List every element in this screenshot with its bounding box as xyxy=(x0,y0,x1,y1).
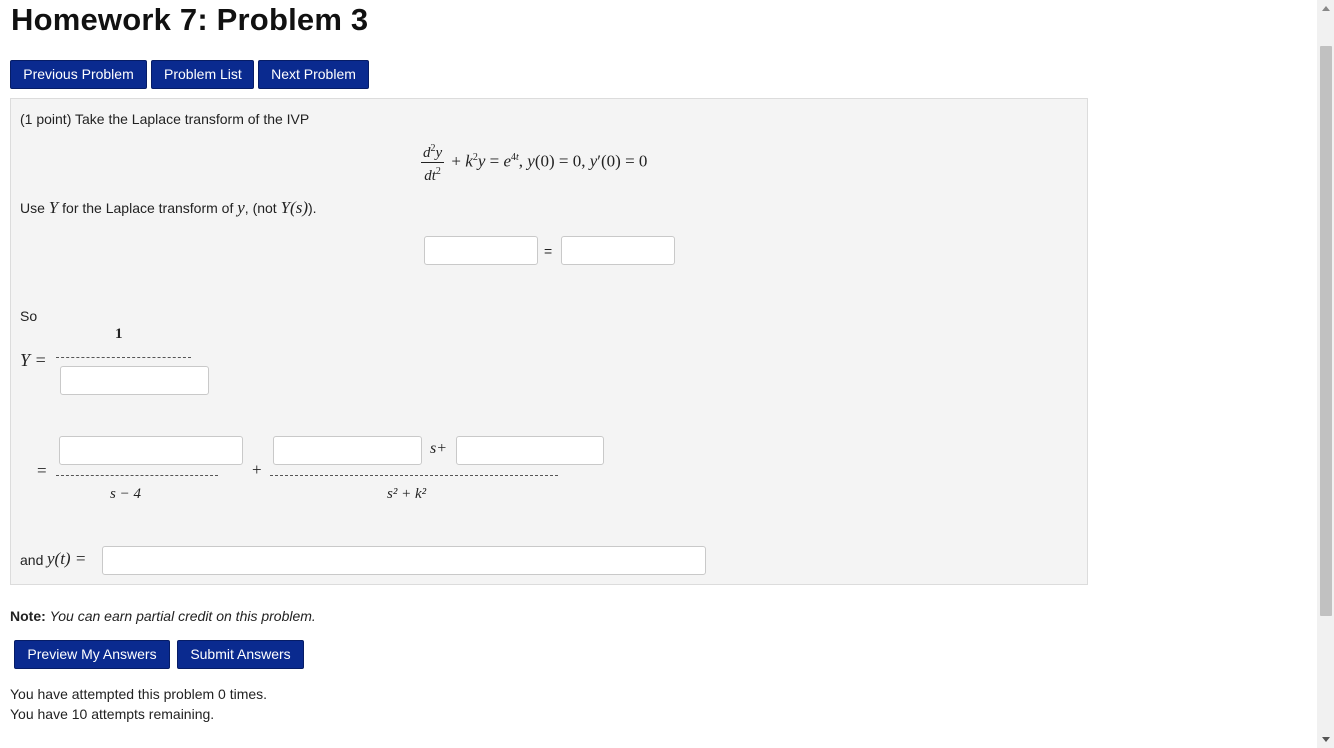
s-plus-label: s+ xyxy=(430,440,448,457)
fraction-numerator-one: 1 xyxy=(115,326,123,342)
attempts-status: You have attempted this problem 0 times. xyxy=(10,686,268,702)
partial-numerator-2b-input[interactable] xyxy=(456,436,604,465)
use-instruction: Use Y for the Laplace transform of y, (n… xyxy=(20,198,317,218)
note: Note: You can earn partial credit on thi… xyxy=(10,608,316,624)
yt-answer-input[interactable] xyxy=(102,546,706,575)
attempts-remaining: You have 10 attempts remaining. xyxy=(10,706,215,722)
problem-list-button[interactable]: Problem List xyxy=(151,60,254,89)
preview-answers-button[interactable]: Preview My Answers xyxy=(14,640,170,669)
partial-numerator-2a-input[interactable] xyxy=(273,436,422,465)
fraction-line-Y xyxy=(56,357,191,358)
var-y: y xyxy=(237,198,245,217)
var-Ys: Y(s) xyxy=(280,198,308,217)
var-Y: Y xyxy=(48,198,59,217)
Y-denominator-input[interactable] xyxy=(60,366,209,395)
denominator-2: s² + k² xyxy=(387,486,427,502)
use-suffix: ). xyxy=(308,200,317,216)
note-label: Note: xyxy=(10,608,46,624)
transform-rhs-input[interactable] xyxy=(561,236,675,265)
use-prefix: Use xyxy=(20,200,45,216)
ivp-equation: d2y dt2 + k2y = e4t, y(0) = 0, y′(0) = 0 xyxy=(418,140,647,185)
next-problem-button[interactable]: Next Problem xyxy=(258,60,369,89)
scrollbar-thumb[interactable] xyxy=(1320,46,1332,616)
previous-problem-button[interactable]: Previous Problem xyxy=(10,60,147,89)
use-middle: for the Laplace transform of xyxy=(62,200,234,216)
scroll-up-arrow-icon[interactable] xyxy=(1322,6,1330,11)
fraction-line-1 xyxy=(56,475,218,476)
fraction-line-2 xyxy=(270,475,558,476)
scroll-down-arrow-icon[interactable] xyxy=(1322,737,1330,742)
page: Homework 7: Problem 3 Previous Problem P… xyxy=(0,0,1334,748)
partial-equals-sign: = xyxy=(37,461,47,480)
transform-lhs-input[interactable] xyxy=(424,236,538,265)
denominator-1: s − 4 xyxy=(110,486,141,502)
partial-numerator-1-input[interactable] xyxy=(59,436,243,465)
so-label: So xyxy=(20,308,38,324)
submit-answers-button[interactable]: Submit Answers xyxy=(177,640,304,669)
Y-equals-label: Y = xyxy=(20,350,47,370)
and-label: and xyxy=(20,552,44,568)
equals-sign: = xyxy=(544,243,553,259)
use-mid2: , (not xyxy=(244,200,277,216)
vertical-scrollbar[interactable] xyxy=(1317,0,1334,748)
page-title: Homework 7: Problem 3 xyxy=(11,2,369,37)
plus-sign: + xyxy=(252,460,262,479)
problem-intro: (1 point) Take the Laplace transform of … xyxy=(20,111,310,127)
note-text: You can earn partial credit on this prob… xyxy=(49,608,316,624)
yt-equals-label: y(t) = xyxy=(47,549,87,568)
